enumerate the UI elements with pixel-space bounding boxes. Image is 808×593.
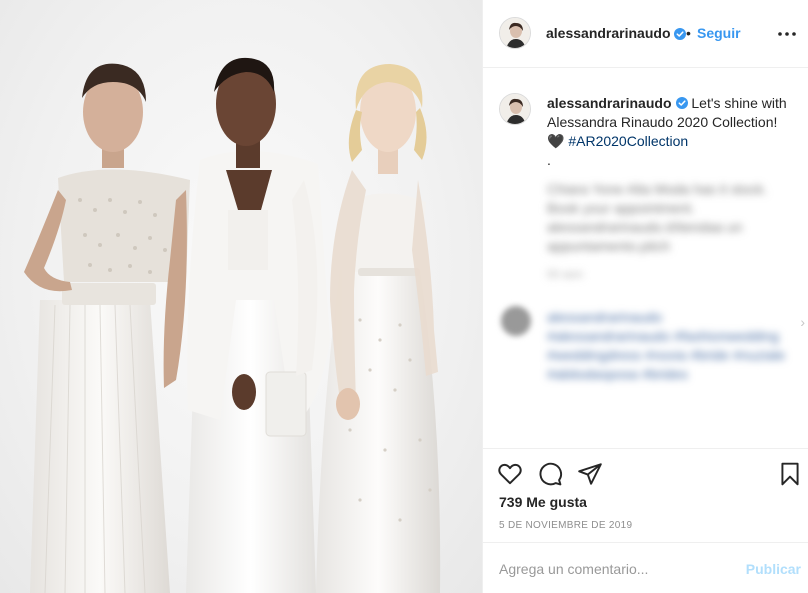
- likes-count[interactable]: 739 Me gusta: [499, 494, 587, 510]
- model-left: [24, 63, 190, 593]
- verified-badge-icon: [675, 97, 688, 109]
- post-date[interactable]: 5 DE NOVIEMBRE DE 2019: [499, 520, 632, 531]
- follow-button[interactable]: Seguir: [697, 25, 741, 41]
- avatar[interactable]: [499, 17, 531, 49]
- model-right: [316, 64, 441, 593]
- action-bar: [483, 448, 808, 498]
- post-header: alessandrarinaudo • Seguir: [483, 0, 808, 68]
- caption-avatar[interactable]: [499, 93, 531, 125]
- share-icon[interactable]: [577, 461, 603, 487]
- verified-badge-icon: [674, 28, 686, 40]
- post-side-panel: alessandrarinaudo • Seguir alessandrarin…: [482, 0, 808, 593]
- more-options-icon[interactable]: [775, 22, 799, 46]
- heart-icon[interactable]: [497, 461, 523, 487]
- separator-dot: •: [686, 25, 691, 41]
- publish-button[interactable]: Publicar: [746, 561, 801, 577]
- black-heart-emoji: 🖤: [547, 133, 565, 149]
- username[interactable]: alessandrarinaudo: [546, 25, 671, 41]
- caption: alessandrarinaudo Let's shine with Aless…: [547, 94, 797, 151]
- caption-dot: .: [547, 152, 551, 168]
- comments-area[interactable]: alessandrarinaudo Let's shine with Aless…: [483, 68, 808, 448]
- blurred-comment: Chiara Yone Alta Moda has it stock. Book…: [547, 181, 768, 254]
- comment-form: Publicar: [483, 542, 808, 593]
- post-image: [24, 57, 441, 593]
- caption-username[interactable]: alessandrarinaudo: [547, 95, 672, 111]
- model-middle: [186, 57, 330, 593]
- comment-icon[interactable]: [537, 461, 563, 487]
- hashtag-link[interactable]: #AR2020Collection: [568, 133, 688, 149]
- post-photo[interactable]: [0, 0, 482, 593]
- bookmark-icon[interactable]: [777, 461, 803, 487]
- blurred-avatar: [501, 306, 531, 336]
- comment-input[interactable]: [499, 559, 729, 579]
- chevron-right-icon[interactable]: ›: [800, 314, 805, 330]
- avatar-image: [500, 18, 530, 48]
- avatar-image: [500, 94, 530, 124]
- blurred-comment: alessandrarinaudo #alessandrarinaudo #fa…: [547, 309, 786, 382]
- blurred-timestamp: 55 sem: [547, 269, 584, 281]
